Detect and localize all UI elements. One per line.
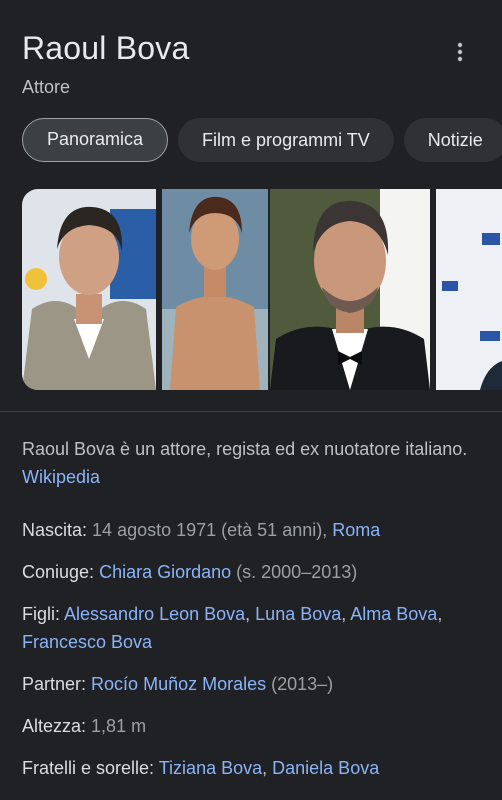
tab-bar: Panoramica Film e programmi TV Notizie (22, 118, 502, 162)
fact-spouse: Coniuge: Chiara Giordano (s. 2000–2013) (22, 558, 492, 586)
photo-1[interactable] (22, 189, 156, 390)
fact-children: Figli: Alessandro Leon Bova, Luna Bova, … (22, 604, 443, 652)
spouse-link[interactable]: Chiara Giordano (99, 562, 231, 582)
sibling-link[interactable]: Daniela Bova (272, 758, 379, 778)
child-link[interactable]: Alessandro Leon Bova (64, 604, 245, 624)
child-link[interactable]: Luna Bova (255, 604, 341, 624)
tab-news[interactable]: Notizie (403, 118, 502, 162)
tab-overview[interactable]: Panoramica (22, 118, 169, 162)
entity-type: Attore (22, 77, 71, 97)
more-vertical-icon (457, 42, 463, 62)
partner-years: (2013–) (266, 674, 334, 694)
knowledge-panel: Raoul Bova Attore Panoramica Film e prog… (0, 0, 502, 800)
fact-label: Nascita: (22, 520, 88, 540)
fact-label: Figli: (22, 604, 61, 624)
fact-height: Altezza: 1,81 m (22, 712, 492, 740)
fact-label: Fratelli e sorelle: (22, 758, 155, 778)
photo-2[interactable] (162, 189, 268, 390)
fact-label: Altezza: (22, 716, 87, 736)
child-link[interactable]: Francesco Bova (22, 632, 152, 652)
child-link[interactable]: Alma Bova (350, 604, 437, 624)
birth-place-link[interactable]: Roma (332, 520, 380, 540)
description: Raoul Bova è un attore, regista ed ex nu… (22, 435, 482, 491)
more-options-button[interactable] (444, 36, 476, 68)
divider (0, 411, 502, 412)
fact-siblings: Fratelli e sorelle: Tiziana Bova, Daniel… (22, 758, 380, 778)
fact-partner: Partner: Rocío Muñoz Morales (2013–) (22, 670, 492, 698)
birth-value: 14 agosto 1971 (età 51 anni), (92, 520, 333, 540)
description-text: Raoul Bova è un attore, regista ed ex nu… (22, 439, 468, 459)
height-value: 1,81 m (91, 716, 147, 736)
photo-4[interactable] (436, 189, 502, 390)
spouse-years: (s. 2000–2013) (231, 562, 358, 582)
page-title: Raoul Bova (22, 30, 190, 66)
fact-label: Coniuge: (22, 562, 95, 582)
wikipedia-link[interactable]: Wikipedia (22, 467, 100, 487)
image-gallery (22, 189, 502, 390)
fact-birth: Nascita: 14 agosto 1971 (età 51 anni), R… (22, 516, 492, 544)
fact-label: Partner: (22, 674, 87, 694)
tab-films-tv[interactable]: Film e programmi TV (178, 118, 394, 162)
photo-3[interactable] (270, 189, 430, 390)
partner-link[interactable]: Rocío Muñoz Morales (91, 674, 266, 694)
sibling-link[interactable]: Tiziana Bova (159, 758, 262, 778)
